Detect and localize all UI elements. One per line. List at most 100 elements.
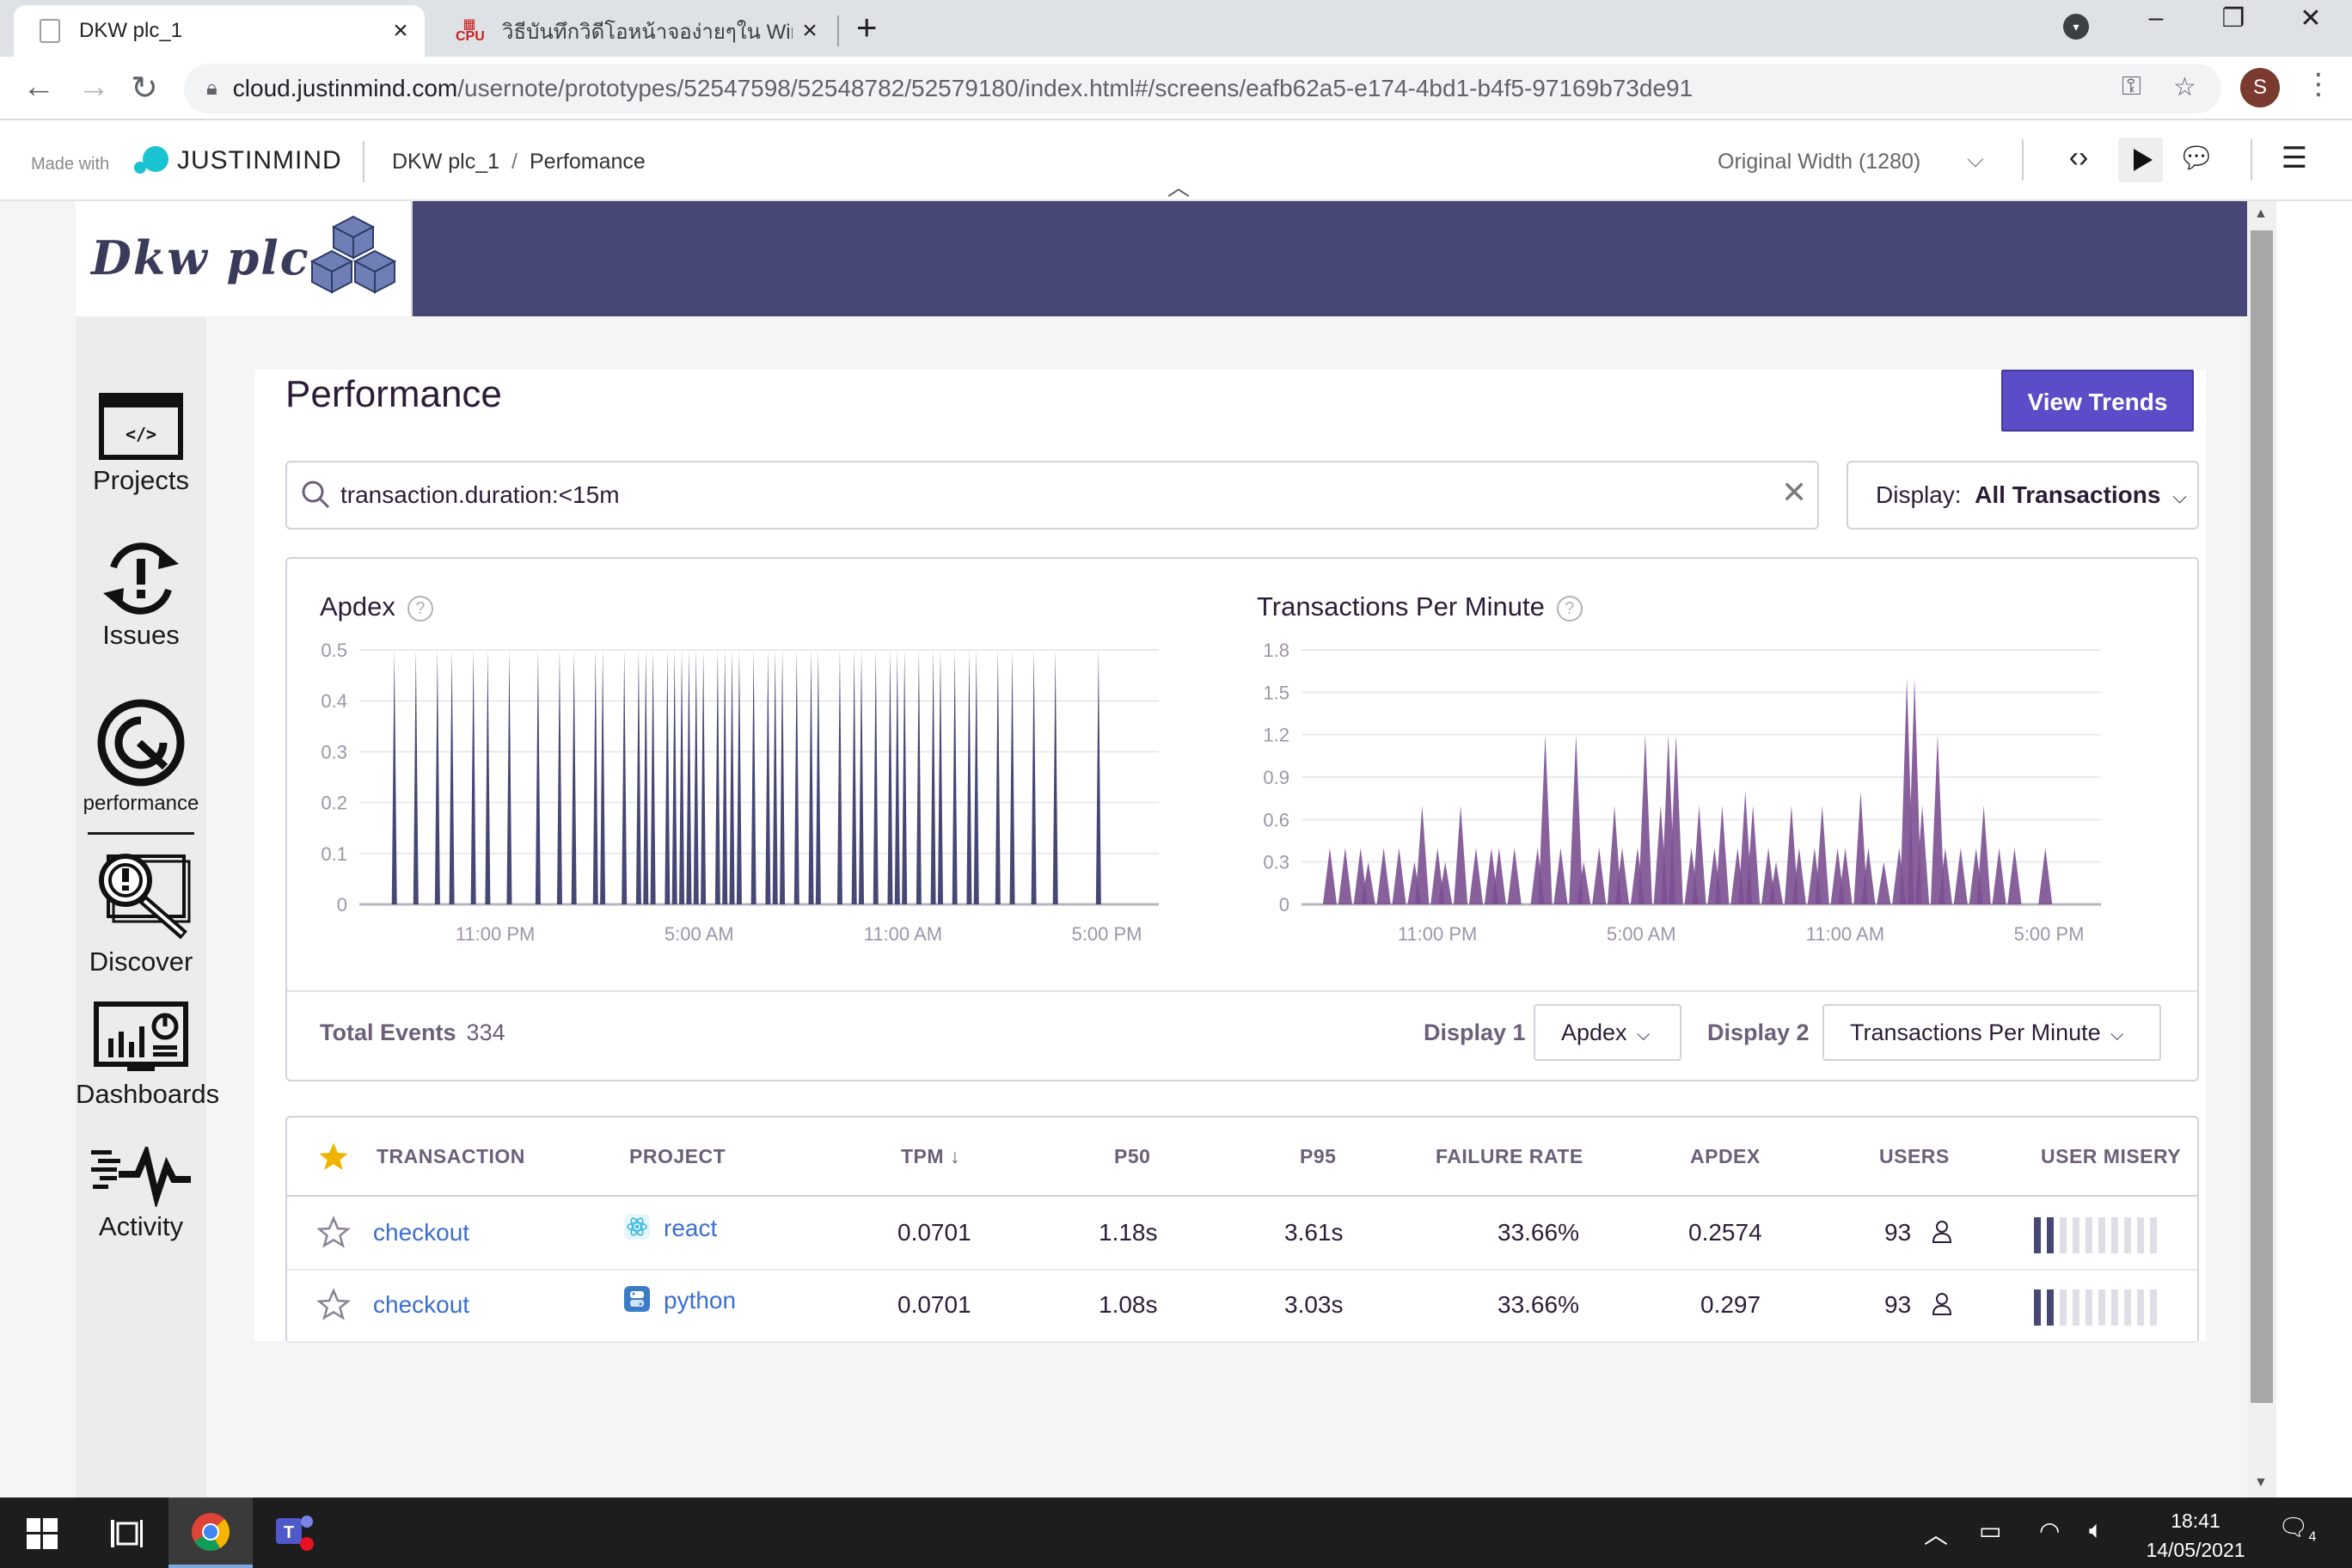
key-icon[interactable]: ⚿ [2122, 72, 2141, 101]
forward-arrow-icon[interactable]: → [77, 69, 110, 106]
help-question-icon[interactable]: ? [1556, 595, 1583, 622]
tpm-spike [1507, 848, 1522, 904]
nav-label: Discover [89, 946, 193, 977]
code-icon[interactable]: ‹› [2057, 141, 2100, 175]
folder-code-icon: </> [99, 393, 183, 460]
wifi-icon[interactable]: ◠ [2039, 1516, 2060, 1545]
python-icon [624, 1286, 650, 1312]
bookmark-star-icon[interactable]: ☆ [2173, 72, 2196, 102]
project-name: python [664, 1287, 737, 1314]
breadcrumb-project[interactable]: DKW plc_1 [392, 150, 499, 174]
tpm-chart-title: Transactions Per Minute? [1257, 591, 1583, 622]
table-row[interactable]: checkout python 0.0701 1.08s 3.03s 33.66… [287, 1271, 2197, 1343]
misery-segment [2047, 1217, 2054, 1253]
apdex-spike [643, 650, 649, 904]
col-tpm[interactable]: TPM ↓ [901, 1145, 960, 1168]
comment-icon[interactable]: 💬︎ [2175, 141, 2218, 175]
col-users[interactable]: USERS [1879, 1145, 1950, 1168]
teams-taskbar-button[interactable]: T [253, 1498, 337, 1568]
volume-icon[interactable]: 🔈︎ [2089, 1516, 2104, 1545]
performance-panel: Performance View Trends ✕ Display: All T… [254, 370, 2206, 1343]
address-bar[interactable]: 🔒︎ cloud.justinmind.com/usernote/prototy… [184, 64, 2221, 113]
battery-icon[interactable]: ▭ [1979, 1516, 2001, 1545]
display2-value: Transactions Per Minute [1850, 1020, 2101, 1045]
sidebar-item-performance[interactable]: performance [76, 698, 206, 816]
table-row[interactable]: checkout react 0.0701 1.18s 3.61s 33.66%… [287, 1198, 2197, 1271]
width-select[interactable]: Original Width (1280) [1718, 150, 1920, 175]
apdex-spike [836, 650, 842, 904]
col-project[interactable]: PROJECT [629, 1145, 726, 1168]
back-arrow-icon[interactable]: ← [22, 69, 55, 106]
reload-icon[interactable]: ↻ [131, 69, 158, 107]
scroll-up-icon[interactable]: ▲ [2254, 206, 2268, 222]
sort-desc-icon: ↓ [944, 1145, 960, 1167]
col-failure-rate[interactable]: FAILURE RATE [1436, 1145, 1583, 1168]
col-apdex[interactable]: APDEX [1690, 1145, 1761, 1168]
chrome-taskbar-button[interactable] [168, 1498, 253, 1568]
y-tick-label: 0.3 [321, 741, 347, 763]
sidebar-item-issues[interactable]: Issues [76, 542, 206, 651]
apdex-cell: 0.2574 [1688, 1219, 1762, 1246]
project-cell[interactable]: python [624, 1286, 736, 1314]
browser-tab-inactive[interactable]: ▦CPU วิธีบันทึกวิดีโอหน้าจอง่ายๆใน Windo… [430, 5, 834, 57]
apdex-spike [701, 650, 707, 904]
chevron-down-icon[interactable]: ⌵ [1967, 146, 1984, 174]
browser-menu-icon[interactable]: ⋮ [2304, 67, 2333, 101]
apdex-spike [902, 650, 908, 904]
misery-segment [2150, 1217, 2157, 1253]
lock-icon: 🔒︎ [206, 77, 217, 100]
apdex-spike [571, 650, 577, 904]
y-tick-label: 0.5 [321, 641, 347, 661]
sidebar-item-dashboards[interactable]: Dashboards [76, 1001, 219, 1110]
show-hidden-icons[interactable]: ︿ [1924, 1516, 1948, 1551]
sidebar-item-discover[interactable]: Discover [76, 849, 206, 977]
play-simulation-button[interactable] [2118, 138, 2163, 182]
notifications-icon[interactable]: 🗨︎4 [2278, 1513, 2316, 1546]
display-dropdown[interactable]: Display: All Transactions ⌵ [1847, 461, 2199, 530]
restore-icon[interactable]: ❐ [2208, 3, 2259, 34]
transaction-link[interactable]: checkout [373, 1291, 469, 1319]
app-logo[interactable]: Dkw plc [76, 201, 413, 316]
col-p95[interactable]: P95 [1300, 1145, 1336, 1168]
close-tab-icon[interactable]: × [793, 16, 827, 46]
clear-search-icon[interactable]: ✕ [1781, 475, 1807, 511]
profile-avatar[interactable]: S [2240, 68, 2280, 107]
display1-dropdown[interactable]: Apdex ⌵ [1534, 1004, 1681, 1061]
display2-dropdown[interactable]: Transactions Per Minute ⌵ [1822, 1004, 2161, 1061]
collapse-header-icon[interactable]: ︿ [1167, 170, 1190, 202]
col-transaction[interactable]: TRANSACTION [377, 1145, 525, 1168]
browser-tab-active[interactable]: DKW plc_1 × [14, 5, 425, 57]
view-trends-button[interactable]: View Trends [2001, 370, 2194, 432]
apdex-spike [894, 650, 900, 904]
header-divider [363, 141, 364, 182]
system-clock[interactable]: 18:41 14/05/2021 [2135, 1506, 2256, 1565]
project-cell[interactable]: react [624, 1214, 717, 1242]
sidebar-item-projects[interactable]: </> Projects [76, 392, 206, 496]
start-button[interactable] [0, 1498, 84, 1568]
svg-text:</>: </> [126, 424, 156, 444]
sidebar-item-activity[interactable]: Activity [76, 1142, 206, 1242]
minimize-icon[interactable]: – [2130, 3, 2182, 33]
search-input[interactable] [340, 478, 1716, 512]
hamburger-menu-icon[interactable]: ☰ [2273, 141, 2316, 175]
transaction-link[interactable]: checkout [373, 1219, 469, 1246]
star-outline-icon[interactable] [316, 1288, 351, 1322]
close-tab-icon[interactable]: × [383, 16, 418, 46]
scroll-down-icon[interactable]: ▼ [2254, 1475, 2268, 1491]
apdex-spike [772, 650, 778, 904]
page-scrollbar[interactable]: ▲ ▼ [2247, 201, 2276, 1498]
cubes-logo-icon [309, 215, 397, 294]
display2-label: Display 2 [1707, 1020, 1810, 1045]
scrollbar-thumb[interactable] [2251, 230, 2273, 1403]
help-question-icon[interactable]: ? [407, 595, 433, 622]
failure-rate-cell: 33.66% [1498, 1219, 1579, 1246]
col-user-misery[interactable]: USER MISERY [2041, 1145, 2181, 1168]
task-view-button[interactable] [84, 1498, 168, 1568]
col-p50[interactable]: P50 [1114, 1145, 1150, 1168]
star-outline-icon[interactable] [316, 1216, 351, 1250]
misery-segment [2047, 1289, 2054, 1326]
star-filled-icon[interactable] [316, 1140, 351, 1174]
new-tab-button[interactable]: + [856, 7, 878, 48]
tab-search-icon[interactable]: ▾ [2063, 14, 2089, 40]
close-window-icon[interactable]: ✕ [2285, 3, 2337, 34]
